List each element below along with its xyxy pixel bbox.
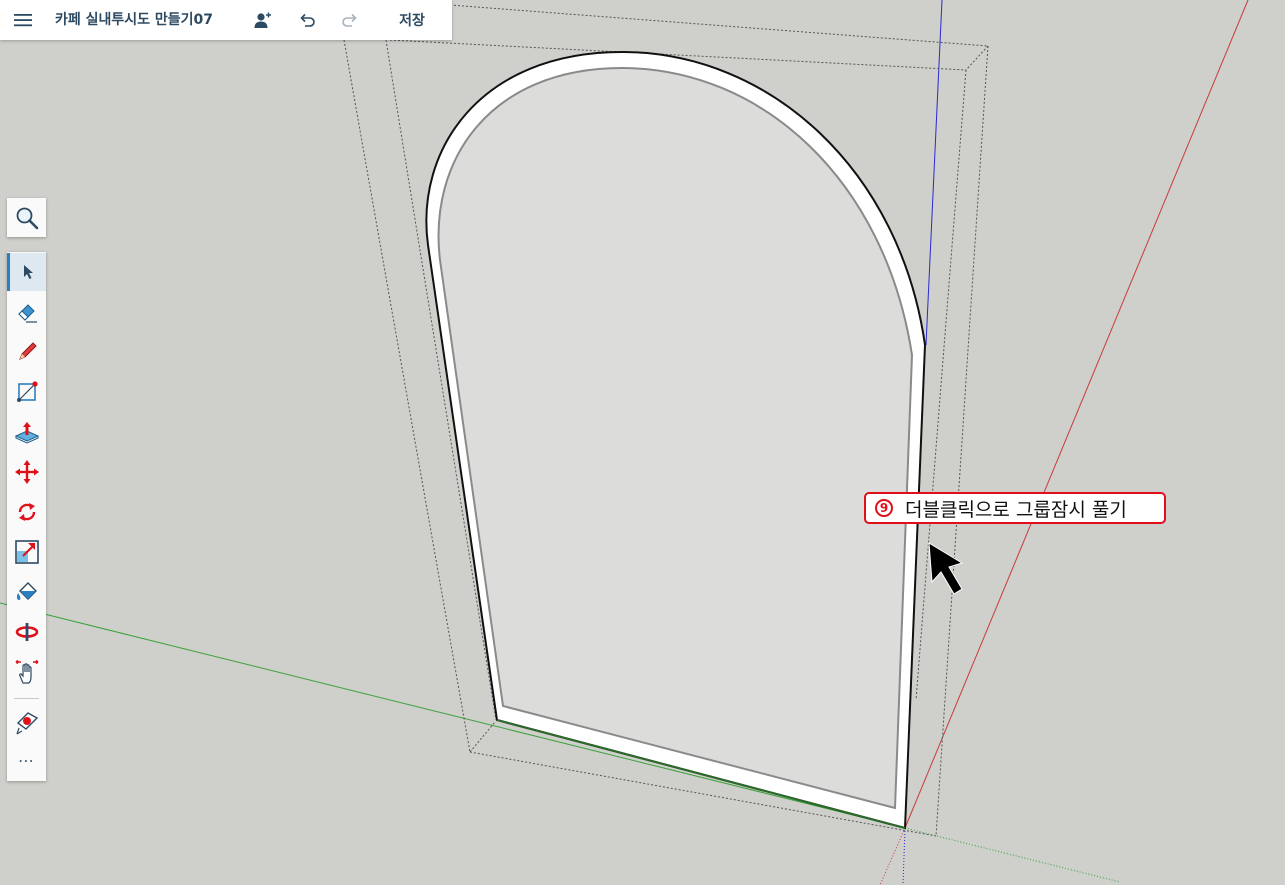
pencil-icon (18, 342, 37, 360)
move-arrows-icon (14, 460, 39, 484)
more-label: ⋯ (18, 751, 35, 770)
undo-icon (300, 13, 315, 27)
redo-icon (342, 13, 357, 27)
share-button[interactable] (248, 0, 278, 40)
eraser-icon (17, 304, 37, 323)
blue-axis (925, 0, 943, 346)
search-icon (16, 207, 38, 229)
search-panel[interactable] (7, 198, 46, 237)
rectangle-line-icon (16, 381, 38, 402)
paint-bucket-tool[interactable] (7, 573, 46, 611)
orbit-icon (15, 623, 38, 641)
push-pull-tool[interactable] (7, 413, 46, 451)
select-tool[interactable] (7, 253, 46, 291)
paint-bucket-icon (16, 582, 37, 600)
red-axis-dotted (879, 827, 906, 885)
rotate-tool[interactable] (7, 493, 46, 531)
document-title[interactable]: 카페 실내투시도 만들기07 (55, 0, 213, 40)
orbit-tool[interactable] (7, 613, 46, 651)
instruction-callout: 9 더블클릭으로 그룹잠시 풀기 (864, 492, 1166, 524)
tape-measure-tool[interactable] (7, 703, 46, 741)
move-tool[interactable] (7, 453, 46, 491)
blue-axis-dotted (902, 827, 906, 885)
save-button[interactable]: 저장 (384, 0, 440, 40)
tool-palette: ⋯ (7, 252, 46, 781)
eraser-tool[interactable] (7, 293, 46, 331)
scale-tool[interactable] (7, 533, 46, 571)
pan-tool[interactable] (7, 653, 46, 691)
top-toolbar: 카페 실내투시도 만들기07 저장 (0, 0, 452, 40)
select-arrow-icon (24, 265, 33, 279)
tool-separator (14, 698, 39, 699)
shape-tool[interactable] (7, 373, 46, 411)
add-person-icon (254, 12, 271, 28)
push-pull-icon (14, 422, 39, 444)
scale-icon (14, 540, 39, 564)
pencil-tool[interactable] (7, 333, 46, 371)
instruction-text: 더블클릭으로 그룹잠시 풀기 (905, 498, 1127, 521)
more-tools-button[interactable]: ⋯ (7, 742, 46, 780)
pan-hand-icon (15, 659, 38, 684)
step-number-badge: 9 (875, 499, 893, 517)
rotate-icon (18, 503, 35, 521)
green-axis-dotted (904, 827, 1121, 883)
red-axis (904, 0, 1249, 829)
hamburger-menu-icon (14, 14, 32, 27)
tape-measure-icon (15, 712, 38, 735)
model-viewport[interactable] (0, 0, 1285, 885)
mouse-cursor-icon (928, 542, 964, 595)
menu-button[interactable] (6, 0, 40, 40)
undo-button[interactable] (292, 0, 322, 40)
redo-button[interactable] (335, 0, 365, 40)
